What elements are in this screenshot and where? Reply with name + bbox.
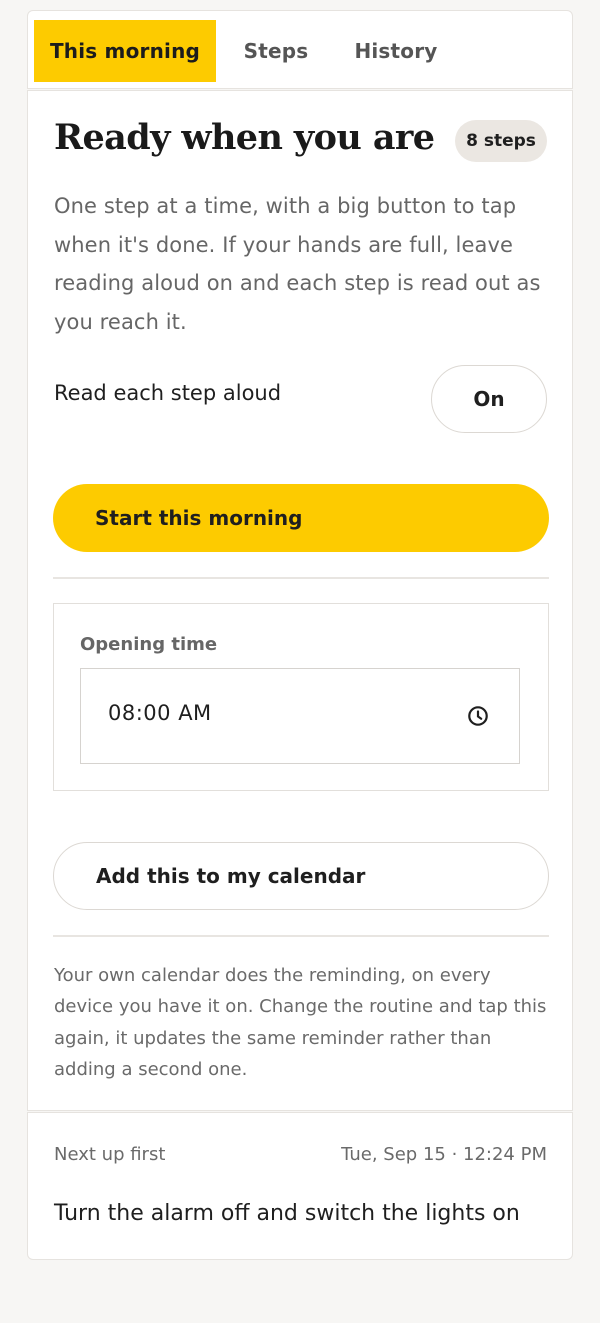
opening-time-section: Opening time 08:00 AM xyxy=(53,603,549,791)
opening-time-input[interactable]: 08:00 AM xyxy=(80,668,520,764)
read-aloud-toggle[interactable]: On xyxy=(431,365,547,433)
next-up-step: Turn the alarm off and switch the lights… xyxy=(54,1201,520,1226)
add-to-calendar-button[interactable]: Add this to my calendar xyxy=(53,842,549,910)
divider xyxy=(53,577,549,579)
opening-time-label: Opening time xyxy=(80,634,218,655)
add-to-calendar-label: Add this to my calendar xyxy=(96,864,366,888)
calendar-note: Your own calendar does the reminding, on… xyxy=(54,965,547,1080)
next-up-label: Next up first xyxy=(54,1144,166,1165)
opening-time-value: 08:00 AM xyxy=(108,701,212,725)
start-routine-button[interactable]: Start this morning xyxy=(53,484,549,552)
clock-icon[interactable] xyxy=(467,705,489,727)
page-title: Ready when you are xyxy=(54,117,435,158)
tab-bar: This morning Steps History xyxy=(27,10,573,89)
routine-card: Ready when you are 8 steps One step at a… xyxy=(27,90,573,1111)
read-aloud-label: Read each step aloud xyxy=(54,381,282,405)
intro-text: One step at a time, with a big button to… xyxy=(54,194,541,334)
next-up-card: Next up first Tue, Sep 15 · 12:24 PM Tur… xyxy=(27,1112,573,1260)
next-up-time: Tue, Sep 15 · 12:24 PM xyxy=(341,1144,547,1165)
divider xyxy=(53,935,549,937)
tab-history[interactable]: History xyxy=(343,20,449,82)
start-routine-button-label: Start this morning xyxy=(95,506,303,530)
steps-count-badge: 8 steps xyxy=(455,120,547,162)
tab-this-morning[interactable]: This morning xyxy=(34,20,216,82)
tab-steps[interactable]: Steps xyxy=(226,20,326,82)
